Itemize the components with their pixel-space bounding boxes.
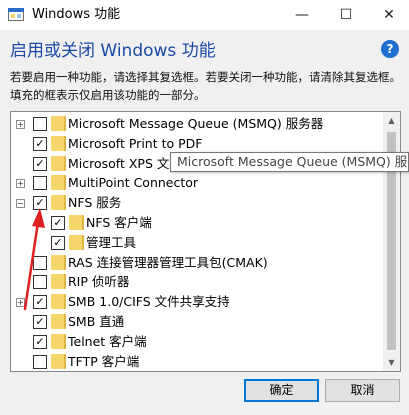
vertical-scrollbar[interactable]: ▲ ▼ bbox=[383, 112, 400, 371]
feature-row[interactable]: + MultiPoint Connector bbox=[11, 173, 383, 193]
page-heading: 启用或关闭 Windows 功能 bbox=[10, 41, 216, 61]
feature-row[interactable]: RIP 侦听器 bbox=[11, 272, 383, 292]
feature-label: Telnet 客户端 bbox=[68, 333, 147, 349]
folder-icon bbox=[51, 294, 66, 310]
feature-checkbox[interactable] bbox=[33, 255, 47, 270]
folder-icon bbox=[51, 353, 66, 369]
feature-row[interactable]: ✓ NFS 客户端 bbox=[11, 213, 383, 233]
ok-button[interactable]: 确定 bbox=[244, 379, 319, 402]
folder-icon bbox=[69, 214, 84, 230]
folder-icon bbox=[51, 333, 66, 349]
folder-icon bbox=[51, 116, 66, 131]
feature-row[interactable]: + ✓ SMB 1.0/CIFS 文件共享支持 bbox=[11, 292, 383, 312]
folder-icon bbox=[51, 254, 66, 270]
minimize-button[interactable]: — bbox=[282, 0, 322, 30]
feature-label: RAS 连接管理器管理工具包(CMAK) bbox=[68, 254, 268, 270]
feature-label: NFS 客户端 bbox=[86, 214, 152, 230]
feature-row[interactable]: ✓ 管理工具 bbox=[11, 233, 383, 253]
help-icon[interactable]: ? bbox=[381, 40, 399, 58]
feature-row[interactable]: − ✓ NFS 服务 bbox=[11, 193, 383, 213]
feature-label: Microsoft XPS 文档 bbox=[68, 155, 182, 171]
feature-tooltip: Microsoft Message Queue (MSMQ) 服务器 bbox=[170, 152, 409, 172]
feature-label: 管理工具 bbox=[86, 234, 137, 250]
feature-label: NFS 服务 bbox=[68, 195, 122, 211]
feature-row[interactable]: ✓ Microsoft Print to PDF bbox=[11, 134, 383, 154]
cancel-button[interactable]: 取消 bbox=[325, 379, 400, 402]
feature-label: SMB 1.0/CIFS 文件共享支持 bbox=[68, 294, 230, 310]
close-button[interactable]: ✕ bbox=[369, 0, 409, 30]
feature-row[interactable]: RAS 连接管理器管理工具包(CMAK) bbox=[11, 253, 383, 273]
folder-icon bbox=[51, 135, 66, 151]
folder-icon bbox=[69, 234, 84, 250]
collapse-icon[interactable]: − bbox=[16, 199, 25, 209]
scroll-down-arrow-icon[interactable]: ▼ bbox=[383, 354, 400, 371]
folder-icon bbox=[51, 195, 66, 211]
feature-checkbox[interactable]: ✓ bbox=[33, 156, 47, 171]
folder-icon bbox=[51, 313, 66, 329]
window-title: Windows 功能 bbox=[32, 7, 121, 22]
feature-checkbox[interactable]: ✓ bbox=[33, 314, 47, 329]
feature-row[interactable]: ✓ SMB 直通 bbox=[11, 312, 383, 332]
feature-checkbox[interactable]: ✓ bbox=[33, 196, 47, 211]
feature-row[interactable]: TFTP 客户端 bbox=[11, 352, 383, 371]
feature-checkbox[interactable] bbox=[33, 176, 47, 191]
title-bar: Windows 功能 — ☐ ✕ bbox=[0, 0, 409, 30]
feature-checkbox[interactable]: ✓ bbox=[33, 295, 47, 310]
expand-icon[interactable]: + bbox=[16, 120, 25, 129]
feature-row[interactable]: + Microsoft Message Queue (MSMQ) 服务器 bbox=[11, 114, 383, 134]
windows-features-dialog: Windows 功能 — ☐ ✕ 启用或关闭 Windows 功能 ? 若要启用… bbox=[0, 0, 409, 415]
feature-checkbox[interactable]: ✓ bbox=[33, 136, 47, 151]
feature-checkbox[interactable]: ✓ bbox=[33, 334, 47, 349]
features-tree[interactable]: + Microsoft Message Queue (MSMQ) 服务器 ✓ Micr… bbox=[10, 111, 401, 372]
feature-checkbox[interactable]: ✓ bbox=[51, 215, 65, 230]
maximize-button[interactable]: ☐ bbox=[326, 0, 366, 30]
feature-checkbox[interactable] bbox=[33, 354, 47, 369]
expand-icon[interactable]: + bbox=[16, 179, 25, 189]
feature-label: MultiPoint Connector bbox=[68, 175, 199, 191]
scroll-up-arrow-icon[interactable]: ▲ bbox=[383, 112, 400, 129]
feature-row[interactable]: ✓ Telnet 客户端 bbox=[11, 332, 383, 352]
folder-icon bbox=[51, 274, 66, 290]
folder-icon bbox=[51, 175, 66, 191]
feature-label: Microsoft Print to PDF bbox=[68, 135, 203, 151]
instructions-text: 若要启用一种功能，请选择其复选框。若要关闭一种功能，请清除其复选框。填充的框表示… bbox=[10, 70, 401, 102]
feature-label: Microsoft Message Queue (MSMQ) 服务器 bbox=[68, 116, 324, 131]
windows-features-app-icon bbox=[8, 8, 24, 21]
feature-checkbox[interactable]: ✓ bbox=[51, 235, 65, 250]
feature-label: RIP 侦听器 bbox=[68, 274, 130, 290]
expand-icon[interactable]: + bbox=[16, 298, 25, 308]
feature-label: TFTP 客户端 bbox=[68, 353, 140, 369]
folder-icon bbox=[51, 155, 66, 171]
feature-label: SMB 直通 bbox=[68, 313, 125, 329]
feature-checkbox[interactable] bbox=[33, 117, 47, 131]
feature-checkbox[interactable] bbox=[33, 275, 47, 290]
